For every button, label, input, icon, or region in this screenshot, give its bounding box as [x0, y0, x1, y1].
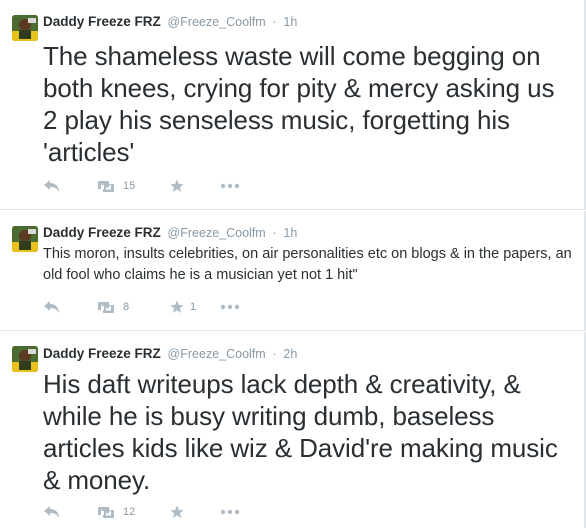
fullname[interactable]: Daddy Freeze FRZ — [43, 14, 161, 29]
tweet-header: Daddy Freeze FRZ @Freeze_Coolfm · 1h — [43, 224, 297, 242]
retweet-button[interactable]: 8 — [95, 298, 129, 316]
star-icon — [170, 300, 184, 313]
retweet-button[interactable]: 12 — [95, 503, 135, 521]
timestamp[interactable]: 1h — [283, 226, 297, 240]
timeline: Daddy Freeze FRZ @Freeze_Coolfm · 1h The… — [0, 0, 586, 528]
timestamp[interactable]: 2h — [283, 347, 297, 361]
username[interactable]: @Freeze_Coolfm — [168, 347, 266, 361]
tweet[interactable]: Daddy Freeze FRZ @Freeze_Coolfm · 1h The… — [0, 0, 586, 210]
favorite-button[interactable]: 1 — [170, 298, 196, 316]
reply-icon — [44, 180, 59, 192]
retweet-count: 12 — [123, 506, 136, 518]
tweet-header: Daddy Freeze FRZ @Freeze_Coolfm · 2h — [43, 345, 297, 363]
timestamp[interactable]: 1h — [283, 15, 297, 29]
reply-button[interactable] — [43, 177, 61, 195]
tweet-actions: 8 1 — [43, 298, 443, 316]
more-icon — [220, 304, 240, 310]
favorite-button[interactable] — [170, 503, 190, 521]
tweet-header: Daddy Freeze FRZ @Freeze_Coolfm · 1h — [43, 13, 297, 31]
retweet-icon — [98, 181, 114, 192]
tweet-text: His daft writeups lack depth & creativit… — [43, 369, 558, 495]
star-icon — [170, 179, 184, 192]
avatar[interactable] — [12, 226, 38, 252]
more-icon — [220, 509, 240, 515]
separator: · — [272, 347, 277, 361]
retweet-count: 8 — [123, 301, 130, 313]
more-button[interactable] — [220, 503, 240, 521]
retweet-count: 15 — [123, 180, 136, 192]
tweet-actions: 15 — [43, 177, 443, 195]
tweet[interactable]: Daddy Freeze FRZ @Freeze_Coolfm · 2h His… — [0, 332, 586, 528]
fullname[interactable]: Daddy Freeze FRZ — [43, 225, 161, 240]
username[interactable]: @Freeze_Coolfm — [168, 15, 266, 29]
tweet-actions: 12 — [43, 503, 443, 521]
reply-icon — [44, 506, 59, 518]
reply-button[interactable] — [43, 298, 61, 316]
tweet-text: The shameless waste will come begging on… — [43, 41, 555, 167]
username[interactable]: @Freeze_Coolfm — [168, 226, 266, 240]
reply-icon — [44, 301, 59, 313]
fullname[interactable]: Daddy Freeze FRZ — [43, 346, 161, 361]
star-icon — [170, 505, 184, 518]
avatar[interactable] — [12, 15, 38, 41]
favorite-count: 1 — [190, 301, 197, 313]
retweet-icon — [98, 507, 114, 518]
separator: · — [272, 226, 277, 240]
more-icon — [220, 183, 240, 189]
tweet[interactable]: Daddy Freeze FRZ @Freeze_Coolfm · 1h Thi… — [0, 211, 586, 331]
separator: · — [272, 15, 277, 29]
more-button[interactable] — [220, 298, 240, 316]
retweet-button[interactable]: 15 — [95, 177, 135, 195]
retweet-icon — [98, 302, 114, 313]
avatar[interactable] — [12, 346, 38, 372]
more-button[interactable] — [220, 177, 240, 195]
tweet-text: This moron, insults celebrities, on air … — [43, 246, 572, 283]
reply-button[interactable] — [43, 503, 61, 521]
favorite-button[interactable] — [170, 177, 190, 195]
